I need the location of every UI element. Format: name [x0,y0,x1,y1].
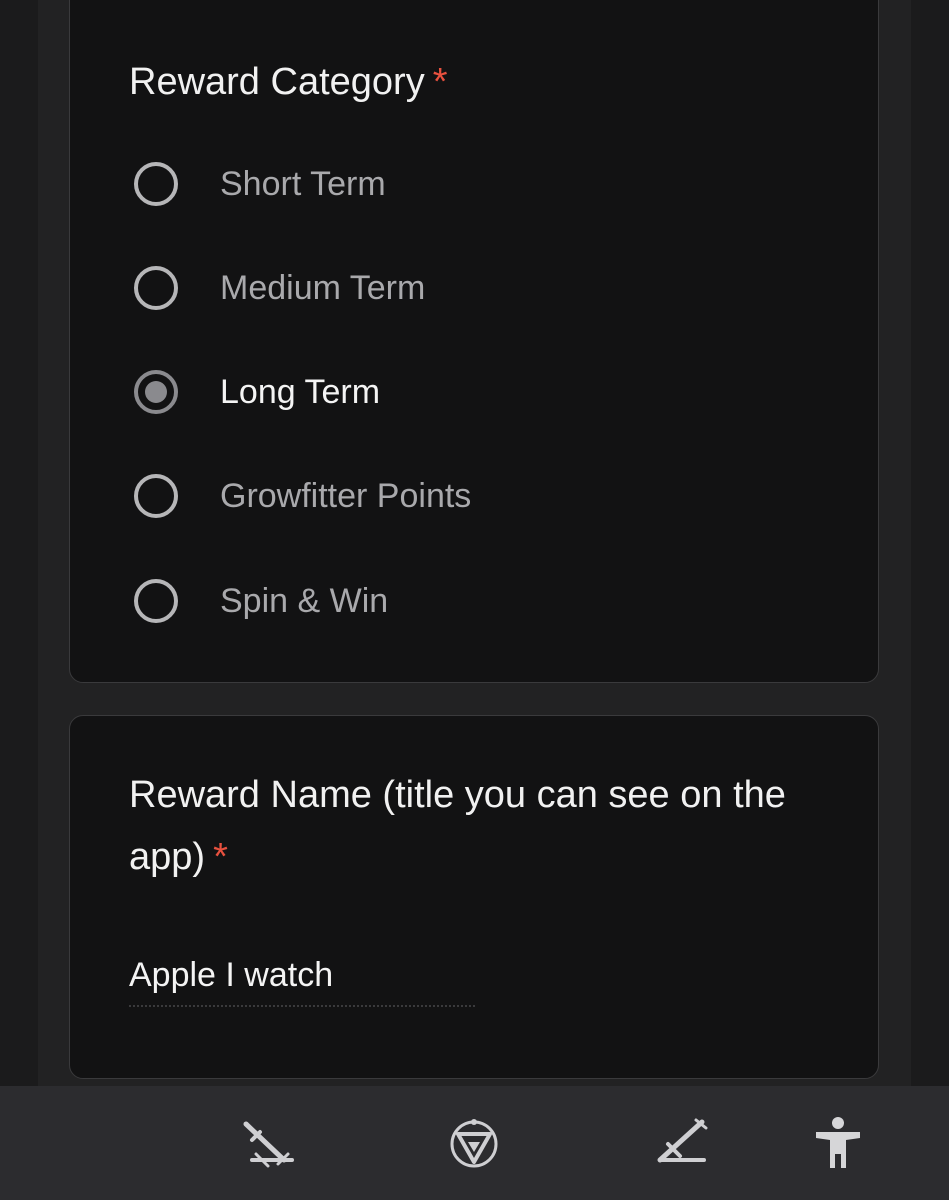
option-short-term[interactable]: Short Term [134,154,386,214]
radio-spin-win[interactable] [134,579,178,623]
reward-name-question: Reward Name (title you can see on the ap… [129,764,829,888]
reward-category-question-text: Reward Category [129,61,425,103]
accessibility-icon[interactable] [808,1114,868,1174]
dagger-icon[interactable] [650,1114,710,1174]
option-label: Growfitter Points [220,476,472,515]
required-asterisk: * [432,61,448,103]
reward-name-field-wrap [129,956,475,1007]
radio-short-term[interactable] [134,162,178,206]
required-asterisk: * [213,836,228,878]
option-label: Short Term [220,164,386,203]
radio-long-term[interactable] [134,370,178,414]
reward-category-question: Reward Category * [129,51,447,113]
bottom-nav-bar [0,1086,949,1200]
option-long-term[interactable]: Long Term [134,362,380,422]
option-label: Long Term [220,372,381,411]
option-label: Spin & Win [220,581,389,620]
reward-name-card: Reward Name (title you can see on the ap… [69,715,879,1079]
crossed-swords-icon[interactable] [238,1114,298,1174]
option-medium-term[interactable]: Medium Term [134,258,425,318]
radio-medium-term[interactable] [134,266,178,310]
reward-category-card: Reward Category * Short Term Medium Term … [69,0,879,683]
option-spin-win[interactable]: Spin & Win [134,571,388,631]
form-page: Reward Category * Short Term Medium Term … [0,0,949,1200]
radio-growfitter-points[interactable] [134,474,178,518]
reward-name-input[interactable] [129,956,475,1005]
triangle-shield-icon[interactable] [444,1114,504,1174]
option-growfitter-points[interactable]: Growfitter Points [134,466,471,526]
option-label: Medium Term [220,268,426,307]
